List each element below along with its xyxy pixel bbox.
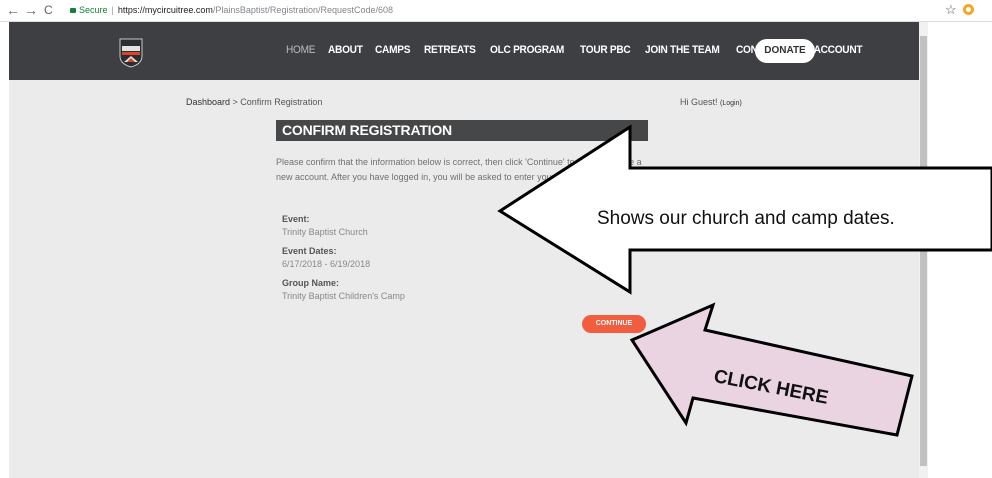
menu-item-home[interactable]: HOME xyxy=(286,44,316,56)
group-name-label: Group Name: xyxy=(282,278,340,288)
event-label: Event: xyxy=(282,214,310,224)
bookmark-star-icon[interactable]: ☆ xyxy=(945,2,957,18)
event-value: Trinity Baptist Church xyxy=(282,227,368,237)
url-path: /PlainsBaptist/Registration/RequestCode/… xyxy=(212,5,394,15)
address-separator: | xyxy=(111,5,114,15)
url-domain: https://mycircuitree.com xyxy=(117,5,213,15)
breadcrumb-current: Confirm Registration xyxy=(240,97,323,107)
instructions-text: Please confirm that the information belo… xyxy=(276,157,652,182)
greeting-text: Hi Guest! xyxy=(680,97,721,107)
donate-button[interactable]: DONATE xyxy=(755,39,815,63)
menu-item-about[interactable]: ABOUT xyxy=(328,44,363,56)
event-dates-value: 6/17/2018 - 6/19/2018 xyxy=(282,259,371,269)
callout-annotation-text: Shows our church and camp dates. xyxy=(597,208,895,229)
forward-arrow-icon[interactable]: → xyxy=(24,2,38,18)
address-bar[interactable]: Secure | https://mycircuitree.com/PlainsBa… xyxy=(70,3,393,17)
secure-label: Secure xyxy=(79,5,108,15)
page-title: CONFIRM REGISTRATION xyxy=(282,122,452,138)
continue-button[interactable]: CONTINUE xyxy=(582,315,646,333)
lock-icon xyxy=(70,8,76,13)
menu-item-camps[interactable]: CAMPS xyxy=(375,44,410,56)
menu-item-olc-program[interactable]: OLC PROGRAM xyxy=(490,44,564,56)
login-link[interactable]: (Login) xyxy=(720,100,742,107)
back-arrow-icon[interactable]: ← xyxy=(6,2,20,18)
breadcrumb-separator: > xyxy=(230,97,241,107)
plains-baptist-logo[interactable] xyxy=(116,36,146,68)
reload-icon[interactable]: C xyxy=(44,2,53,18)
group-name-value: Trinity Baptist Children's Camp xyxy=(282,291,405,301)
menu-item-tour-pbc[interactable]: TOUR PBC xyxy=(580,44,631,56)
scrollbar-thumb[interactable] xyxy=(920,36,927,466)
menu-item-join-the-team[interactable]: JOIN THE TEAM xyxy=(645,44,720,56)
menu-item-retreats[interactable]: RETREATS xyxy=(424,44,476,56)
breadcrumb: Dashboard > Confirm Registration xyxy=(186,97,322,107)
event-dates-label: Event Dates: xyxy=(282,246,337,256)
browser-toolbar: ← → C Secure | https://mycircuitree.com/Pl… xyxy=(0,0,992,22)
extension-icon[interactable] xyxy=(963,4,974,15)
breadcrumb-dashboard-link[interactable]: Dashboard xyxy=(186,97,230,107)
user-greeting: Hi Guest! (Login) xyxy=(680,97,742,107)
site-header: HOME ABOUT CAMPS RETREATS OLC PROGRAM TO… xyxy=(9,22,919,80)
